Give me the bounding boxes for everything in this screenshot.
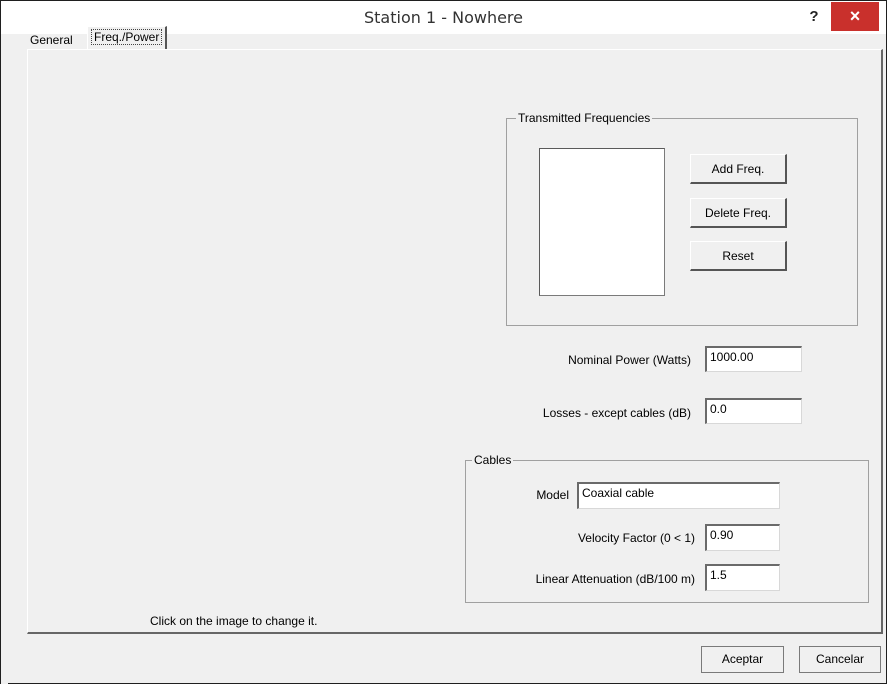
add-freq-button[interactable]: Add Freq. xyxy=(690,154,787,184)
velocity-factor-label: Velocity Factor (0 < 1) xyxy=(577,531,695,545)
frequency-list[interactable] xyxy=(539,148,665,296)
model-label: Model xyxy=(536,488,569,502)
tab-freq-power-label: Freq./Power xyxy=(91,29,163,45)
cancel-button[interactable]: Cancelar xyxy=(799,646,881,673)
cables-legend: Cables xyxy=(472,453,514,467)
tab-freq-power[interactable]: Freq./Power xyxy=(87,26,168,49)
linear-attenuation-input[interactable]: 1.5 xyxy=(705,564,780,591)
window-title: Station 1 - Nowhere xyxy=(364,8,523,27)
close-icon: × xyxy=(849,6,861,26)
nominal-power-input[interactable]: 1000.00 xyxy=(705,346,802,372)
losses-input[interactable]: 0.0 xyxy=(705,398,802,424)
model-input[interactable]: Coaxial cable xyxy=(577,482,780,509)
tab-general[interactable]: General xyxy=(27,30,76,50)
losses-label: Losses - except cables (dB) xyxy=(542,406,691,420)
reset-button[interactable]: Reset xyxy=(690,241,787,271)
transmitted-frequencies-legend: Transmitted Frequencies xyxy=(516,111,653,125)
image-hint-text: Click on the image to change it. xyxy=(150,614,318,628)
dialog-window: Station 1 - Nowhere ? × General Freq./Po… xyxy=(0,0,887,684)
linear-attenuation-label: Linear Attenuation (dB/100 m) xyxy=(535,572,695,586)
help-button[interactable]: ? xyxy=(801,5,827,29)
close-button[interactable]: × xyxy=(831,2,879,31)
velocity-factor-input[interactable]: 0.90 xyxy=(705,524,780,551)
nominal-power-label: Nominal Power (Watts) xyxy=(568,353,691,367)
delete-freq-button[interactable]: Delete Freq. xyxy=(690,198,787,228)
window-border xyxy=(1,34,8,684)
accept-button[interactable]: Aceptar xyxy=(701,646,784,673)
